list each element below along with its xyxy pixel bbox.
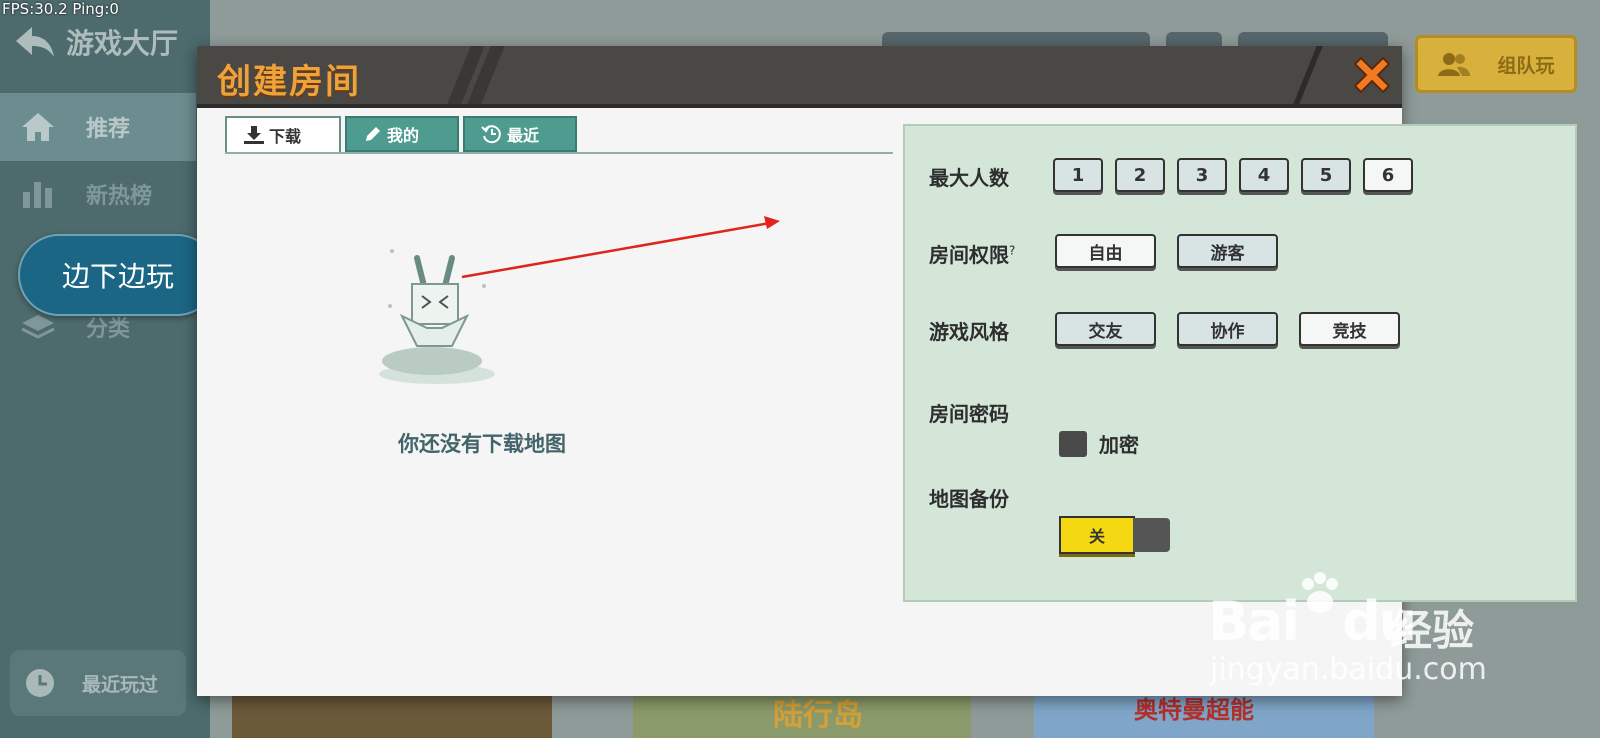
watermark-brand: Bai du — [1208, 572, 1417, 653]
watermark-url: jingyan.baidu.com — [1210, 652, 1487, 687]
paw-icon — [1302, 572, 1339, 613]
watermark-cn: 经验 — [1390, 606, 1475, 655]
fps-overlay: FPS:30.2 Ping:0 — [2, 0, 119, 18]
